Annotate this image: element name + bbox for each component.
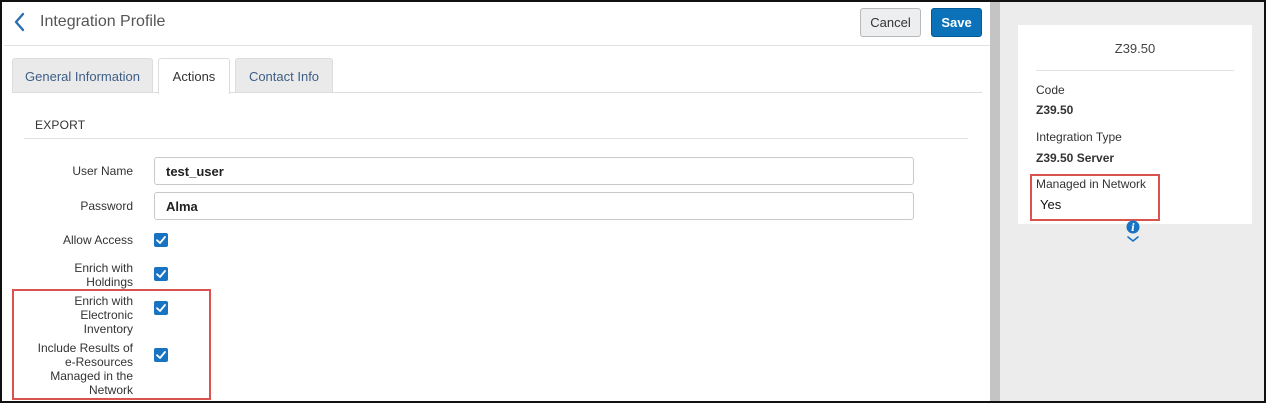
integration-type-label: Integration Type <box>1036 130 1122 144</box>
enrich-holdings-label: Enrich with Holdings <box>3 261 133 289</box>
user-name-input[interactable] <box>154 157 914 185</box>
header-divider <box>4 45 990 46</box>
allow-access-checkbox[interactable] <box>154 233 168 247</box>
checkmark-icon <box>156 270 166 278</box>
section-title-export: EXPORT <box>35 118 86 132</box>
password-label: Password <box>80 199 133 213</box>
save-button[interactable]: Save <box>931 8 982 37</box>
allow-access-label: Allow Access <box>62 233 133 247</box>
panel-splitter[interactable] <box>990 2 1000 401</box>
enrich-holdings-label-line: Enrich with <box>74 261 133 275</box>
svg-text:i: i <box>1131 223 1135 234</box>
cancel-button[interactable]: Cancel <box>860 8 921 37</box>
checkmark-icon <box>156 236 166 244</box>
highlight-box <box>12 289 211 400</box>
tab-contact-info[interactable]: Contact Info <box>235 58 333 93</box>
page-title: Integration Profile <box>40 13 166 30</box>
code-value: Z39.50 <box>1036 103 1074 117</box>
section-divider <box>24 138 968 139</box>
user-name-label: User Name <box>72 164 133 178</box>
highlight-box <box>1030 174 1160 221</box>
back-icon[interactable] <box>12 11 28 33</box>
password-input[interactable] <box>154 192 914 220</box>
tab-actions[interactable]: Actions <box>158 58 230 94</box>
enrich-holdings-label-line: Holdings <box>86 275 133 289</box>
info-icon[interactable]: i <box>1125 220 1141 244</box>
summary-divider <box>1036 70 1234 71</box>
app-window: Integration Profile Cancel Save General … <box>0 0 1266 403</box>
code-label: Code <box>1036 83 1065 97</box>
tab-general-information[interactable]: General Information <box>12 58 153 93</box>
enrich-holdings-checkbox[interactable] <box>154 267 168 281</box>
summary-title: Z39.50 <box>1114 41 1156 56</box>
integration-type-value: Z39.50 Server <box>1036 151 1115 165</box>
